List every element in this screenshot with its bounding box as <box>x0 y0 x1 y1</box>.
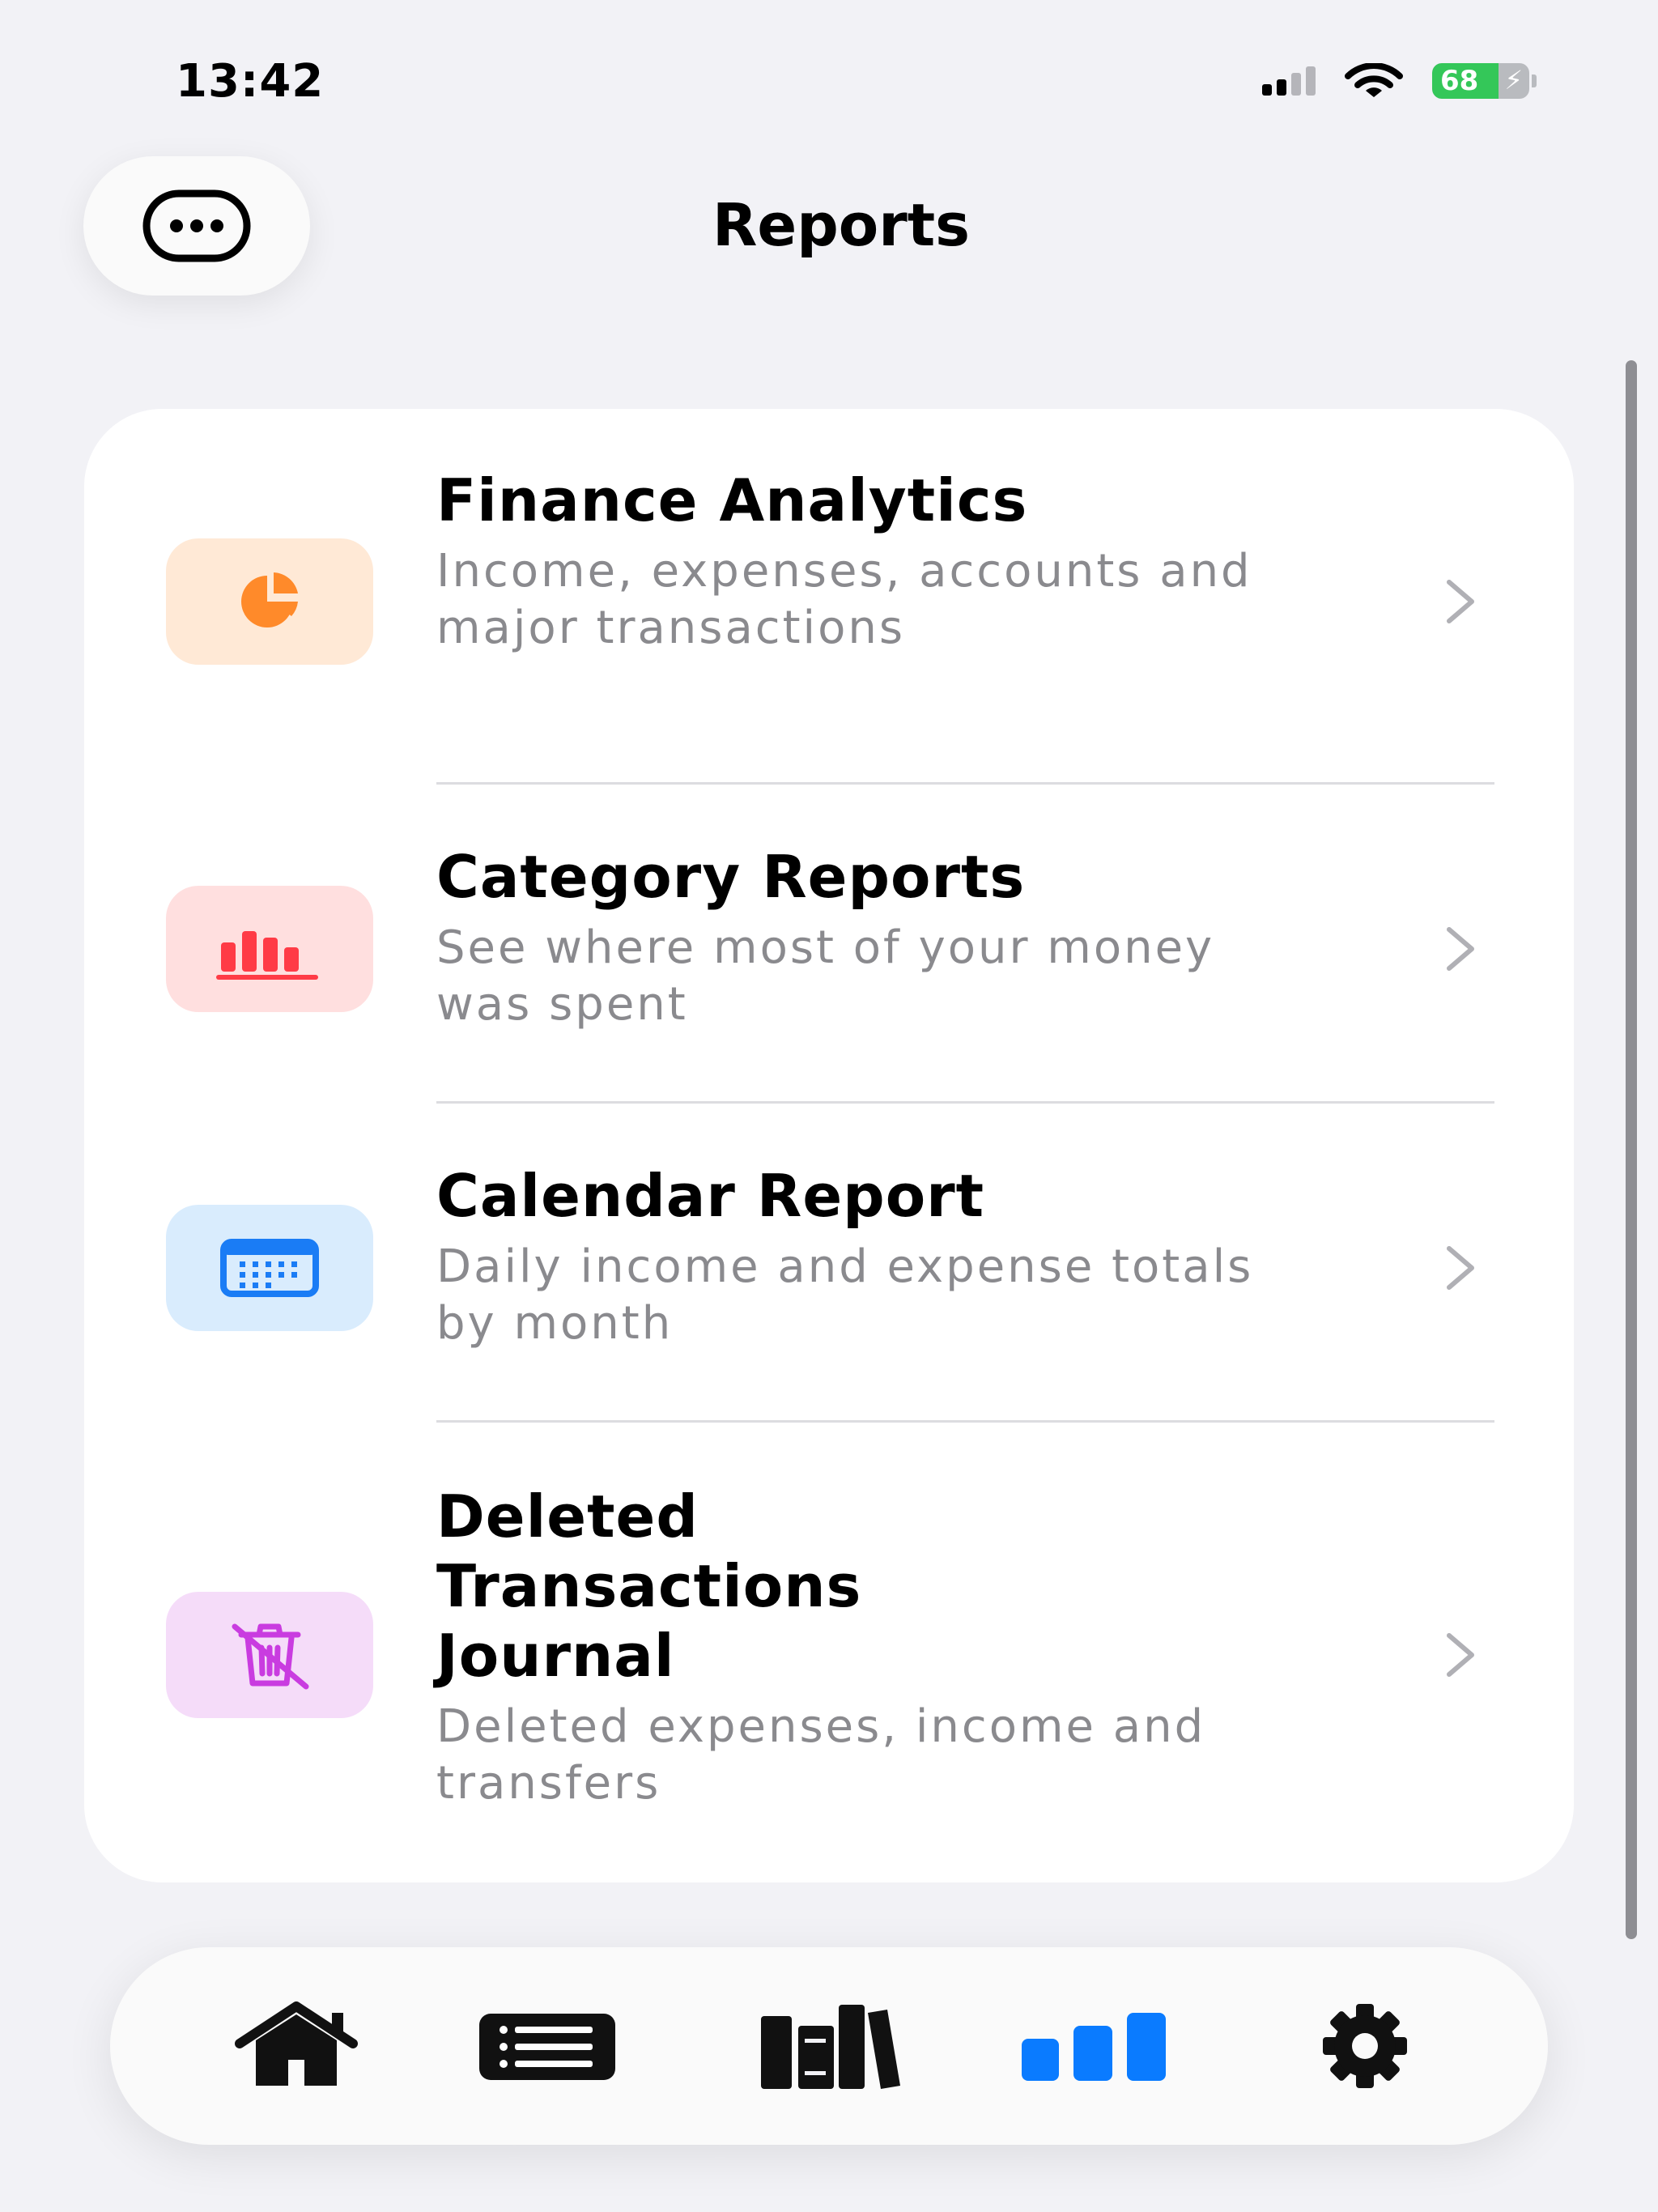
deleted-transactions-title: Deleted Transactions Journal <box>436 1482 862 1690</box>
chevron-right-icon <box>1436 1631 1485 1679</box>
pie-chart-icon <box>241 572 298 627</box>
bolt-icon: ⚡ <box>1504 65 1523 96</box>
tab-transactions[interactable] <box>458 1947 636 2145</box>
tab-reports[interactable] <box>920 1947 1268 2145</box>
scrollbar[interactable] <box>1626 360 1637 1939</box>
finance-analytics-subtitle: Income, expenses, accounts and major tra… <box>436 545 1252 654</box>
category-reports-icon-tile <box>166 886 373 1012</box>
tab-bar <box>110 1947 1548 2145</box>
finance-analytics-row[interactable]: Finance Analytics Income, expenses, acco… <box>84 466 1574 733</box>
books-icon <box>761 2005 900 2089</box>
chevron-right-icon <box>1436 577 1485 626</box>
deleted-transactions-row[interactable]: Deleted Transactions Journal Deleted exp… <box>84 1482 1574 1830</box>
battery-level: 68 <box>1440 65 1479 97</box>
category-reports-row[interactable]: Category Reports See where most of your … <box>84 842 1574 1053</box>
bar-chart-icon <box>216 931 318 980</box>
calendar-report-subtitle: Daily income and expense totals by month <box>436 1240 1254 1350</box>
reports-card: Finance Analytics Income, expenses, acco… <box>84 409 1574 1882</box>
gear-icon <box>1323 2004 1407 2088</box>
tab-home[interactable] <box>207 1947 385 2145</box>
category-reports-title: Category Reports <box>436 843 1026 911</box>
finance-analytics-icon-tile <box>166 538 373 665</box>
row-separator <box>436 1101 1494 1104</box>
status-icons: 68 ⚡ <box>1262 63 1537 99</box>
calendar-report-title: Calendar Report <box>436 1162 985 1230</box>
trash-slash-icon <box>232 1623 309 1690</box>
bar-chart-icon <box>1022 2013 1166 2081</box>
wifi-icon <box>1345 63 1403 97</box>
row-separator <box>436 1420 1494 1423</box>
calendar-report-row[interactable]: Calendar Report Daily income and expense… <box>84 1161 1574 1372</box>
deleted-transactions-icon-tile <box>166 1592 373 1718</box>
category-reports-subtitle: See where most of your money was spent <box>436 921 1215 1031</box>
row-separator <box>436 782 1494 785</box>
finance-analytics-title: Finance Analytics <box>436 466 1028 534</box>
chevron-right-icon <box>1436 925 1485 973</box>
battery-charging-icon: 68 ⚡ <box>1432 63 1537 99</box>
tab-settings[interactable] <box>1276 1947 1454 2145</box>
tab-library[interactable] <box>742 1947 920 2145</box>
page-title: Reports <box>712 191 971 259</box>
home-icon <box>235 2001 358 2086</box>
list-icon <box>479 2014 615 2080</box>
chevron-right-icon <box>1436 1244 1485 1292</box>
cellular-signal-icon <box>1262 66 1316 96</box>
deleted-transactions-subtitle: Deleted expenses, income and transfers <box>436 1700 1206 1810</box>
calendar-report-icon-tile <box>166 1205 373 1331</box>
calendar-icon <box>220 1239 319 1297</box>
status-time: 13:42 <box>176 55 325 108</box>
